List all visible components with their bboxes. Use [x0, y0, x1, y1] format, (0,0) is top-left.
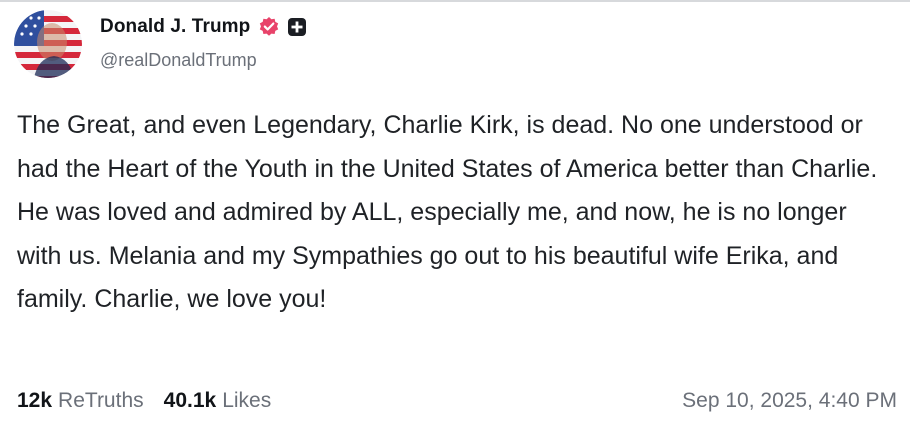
retruths-label: ReTruths: [58, 389, 144, 412]
author-avatar[interactable]: [14, 10, 82, 78]
retruths-stat[interactable]: 12k ReTruths: [17, 389, 144, 413]
likes-label: Likes: [222, 389, 272, 412]
post-timestamp[interactable]: Sep 10, 2025, 4:40 PM: [682, 389, 897, 413]
author-display-name[interactable]: Donald J. Trump: [100, 16, 250, 38]
author-handle[interactable]: @realDonaldTrump: [100, 50, 257, 71]
top-divider: [0, 0, 910, 2]
post-footer: 12k ReTruths 40.1k Likes Sep 10, 2025, 4…: [17, 386, 897, 416]
truth-post: Donald J. Trump @realDonaldTrump The Gre…: [0, 0, 910, 430]
retruths-count: 12k: [17, 389, 53, 412]
plus-badge-icon: [288, 18, 307, 36]
post-body-text: The Great, and even Legendary, Charlie K…: [17, 111, 878, 313]
author-name-row: Donald J. Trump: [100, 14, 307, 40]
avatar-flag-portrait-icon: [14, 10, 82, 78]
verified-icon: [260, 17, 279, 36]
likes-count: 40.1k: [163, 389, 217, 412]
likes-stat[interactable]: 40.1k Likes: [164, 389, 272, 413]
